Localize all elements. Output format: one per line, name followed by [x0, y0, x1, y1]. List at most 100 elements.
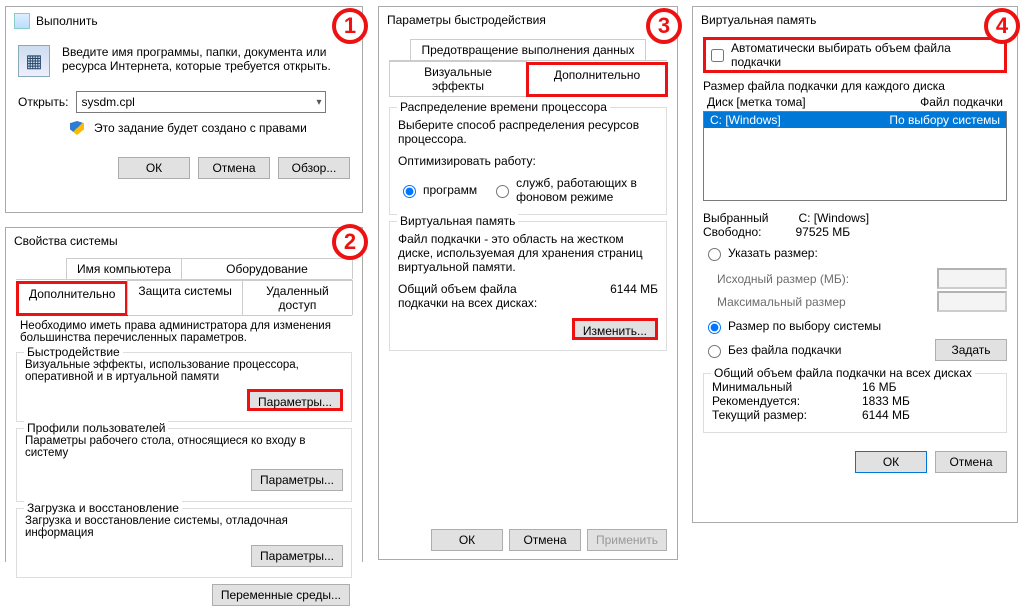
vm-desc: Файл подкачки - это область на жестком д…	[398, 232, 658, 274]
set-button[interactable]: Задать	[935, 339, 1007, 361]
vm-summary-group: Виртуальная память Файл подкачки - это о…	[389, 221, 667, 351]
cur-label: Текущий размер:	[712, 408, 822, 422]
free-label: Свободно:	[703, 225, 762, 239]
sysprop-tabstrip-2: Дополнительно Защита системы Удаленный д…	[16, 280, 352, 316]
vm-cancel-button[interactable]: Отмена	[935, 451, 1007, 473]
env-vars-button[interactable]: Переменные среды...	[212, 584, 350, 606]
init-input	[937, 268, 1007, 289]
vm-total-row: Общий объем файла подкачки на всех диска…	[398, 282, 658, 310]
run-titlebar: Выполнить	[6, 7, 362, 33]
init-label: Исходный размер (МБ):	[717, 272, 849, 286]
opt-label: Оптимизировать работу:	[398, 154, 658, 168]
perf-apply-button[interactable]: Применить	[587, 529, 667, 551]
run-title: Выполнить	[36, 14, 98, 28]
perf-ok-button[interactable]: ОК	[431, 529, 503, 551]
run-cancel-button[interactable]: Отмена	[198, 157, 270, 179]
perf-tabstrip-top: Предотвращение выполнения данных	[389, 39, 667, 61]
vm-titlebar: Виртуальная память	[693, 7, 1017, 31]
perf-tabs-wrap: Предотвращение выполнения данных Визуаль…	[379, 31, 677, 97]
init-row: Исходный размер (МБ):	[717, 268, 1007, 289]
startup-title: Загрузка и восстановление	[24, 501, 182, 515]
opt-services-radio[interactable]: служб, работающих в фоновом режиме	[491, 176, 658, 204]
profiles-params-button[interactable]: Параметры...	[251, 469, 343, 491]
sysprop-tabstrip: Имя компьютера Оборудование	[16, 258, 352, 280]
vm-total-label: Общий объем файла подкачки на всех диска…	[398, 282, 568, 310]
tab-computer-name[interactable]: Имя компьютера	[66, 258, 182, 279]
totals-title: Общий объем файла подкачки на всех диска…	[711, 366, 975, 380]
free-row: Свободно: 97525 МБ	[703, 225, 1007, 239]
step-badge-4: 4	[984, 8, 1020, 44]
perf-params-button[interactable]: Параметры...	[247, 389, 343, 411]
step-badge-2: 2	[332, 224, 368, 260]
drive-list-header: Диск [метка тома] Файл подкачки	[703, 93, 1007, 111]
perf-tabstrip: Визуальные эффекты Дополнительно	[389, 61, 667, 97]
step-badge-1: 1	[332, 8, 368, 44]
drive-listbox[interactable]: C: [Windows] По выбору системы	[703, 111, 1007, 201]
opt-row: программ служб, работающих в фоновом реж…	[398, 176, 658, 204]
run-ok-button[interactable]: ОК	[118, 157, 190, 179]
drive-row-c[interactable]: C: [Windows] По выбору системы	[704, 112, 1006, 128]
perf-group-title: Быстродействие	[24, 345, 123, 359]
custom-size-radio[interactable]: Указать размер:	[703, 245, 818, 261]
perf-cancel-button[interactable]: Отмена	[509, 529, 581, 551]
col-page: Файл подкачки	[920, 95, 1003, 109]
admin-note: Это задание будет создано с правами	[94, 121, 307, 135]
run-app-icon: ▦	[18, 45, 50, 77]
max-label: Максимальный размер	[717, 295, 846, 309]
profiles-title: Профили пользователей	[24, 421, 168, 435]
drive-label: C: [Windows]	[710, 113, 781, 127]
perf-title: Параметры быстродействия	[387, 13, 546, 27]
rec-label: Рекомендуется:	[712, 394, 822, 408]
shield-icon	[70, 121, 84, 135]
radio-icon	[708, 345, 721, 358]
radio-icon	[708, 321, 721, 334]
rec-value: 1833 МБ	[862, 394, 910, 408]
max-input	[937, 291, 1007, 312]
vm-change-button[interactable]: Изменить...	[572, 318, 658, 340]
auto-manage-check[interactable]: Автоматически выбирать объем файла подка…	[703, 37, 1007, 73]
tab-dep[interactable]: Предотвращение выполнения данных	[410, 39, 645, 60]
selected-label: Выбранный	[703, 211, 768, 225]
profiles-desc: Параметры рабочего стола, относящиеся ко…	[25, 435, 343, 459]
vm-ok-button[interactable]: ОК	[855, 451, 927, 473]
vm-dialog-title: Виртуальная память	[701, 13, 816, 27]
vm-body: Автоматически выбирать объем файла подка…	[693, 31, 1017, 473]
opt-programs-radio[interactable]: программ	[398, 182, 477, 198]
sched-desc: Выберите способ распределения ресурсов п…	[398, 118, 658, 146]
sysprop-dialog: Свойства системы Имя компьютера Оборудов…	[5, 227, 363, 562]
tab-remote[interactable]: Удаленный доступ	[242, 280, 353, 315]
startup-desc: Загрузка и восстановление системы, отлад…	[25, 515, 343, 539]
sysprop-titlebar: Свойства системы	[6, 228, 362, 252]
system-size-radio[interactable]: Размер по выбору системы	[703, 318, 881, 334]
open-value: sysdm.cpl	[81, 95, 134, 109]
perf-group: Быстродействие Визуальные эффекты, испол…	[16, 352, 352, 422]
sysprop-admin-note: Необходимо иметь права администратора дл…	[6, 316, 362, 344]
cur-value: 6144 МБ	[862, 408, 910, 422]
step-badge-3: 3	[646, 8, 682, 44]
open-label: Открыть:	[18, 95, 68, 109]
sysprop-tabs-wrap: Имя компьютера Оборудование Дополнительн…	[6, 252, 362, 316]
run-admin-row: Это задание будет создано с правами	[6, 113, 362, 135]
run-body: ▦ Введите имя программы, папки, документ…	[6, 33, 362, 81]
profiles-group: Профили пользователей Параметры рабочего…	[16, 428, 352, 502]
open-combo[interactable]: sysdm.cpl ▾	[76, 91, 326, 113]
radio-icon	[708, 248, 721, 261]
no-page-radio[interactable]: Без файла подкачки	[703, 342, 841, 358]
run-browse-button[interactable]: Обзор...	[278, 157, 350, 179]
vm-total-value: 6144 МБ	[610, 282, 658, 296]
sched-group: Распределение времени процессора Выберит…	[389, 107, 667, 215]
radio-icon	[496, 185, 509, 198]
each-drive-label: Размер файла подкачки для каждого диска	[703, 79, 1007, 93]
perf-dialog: Параметры быстродействия Предотвращение …	[378, 6, 678, 560]
selected-value: C: [Windows]	[798, 211, 869, 225]
tab-hardware[interactable]: Оборудование	[181, 258, 353, 279]
tab-protection[interactable]: Защита системы	[127, 280, 242, 315]
run-desc: Введите имя программы, папки, документа …	[62, 45, 350, 77]
drive-page: По выбору системы	[889, 113, 1000, 127]
startup-group: Загрузка и восстановление Загрузка и вос…	[16, 508, 352, 578]
perf-buttons: ОК Отмена Применить	[431, 529, 667, 551]
tab-advanced[interactable]: Дополнительно	[16, 281, 128, 316]
tab-visual[interactable]: Визуальные эффекты	[389, 61, 527, 96]
totals-group: Общий объем файла подкачки на всех диска…	[703, 373, 1007, 433]
tab-perf-advanced[interactable]: Дополнительно	[526, 62, 668, 97]
